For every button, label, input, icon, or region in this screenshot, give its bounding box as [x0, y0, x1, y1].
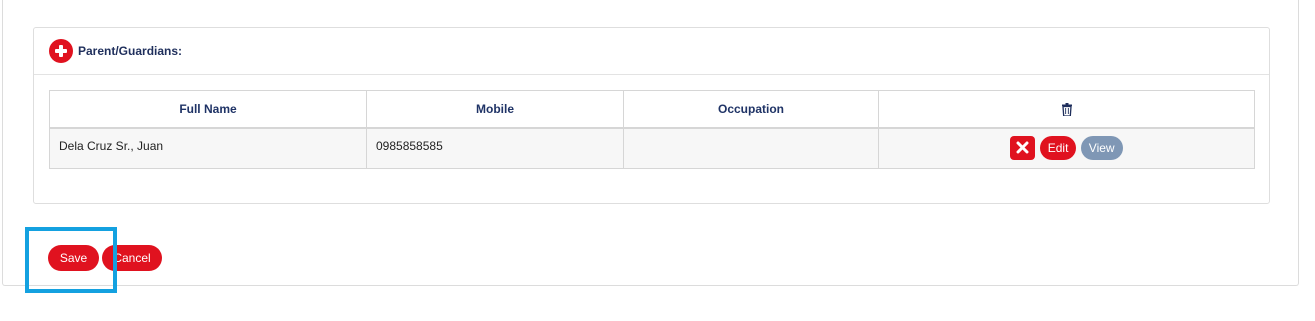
cell-mobile: 0985858585	[366, 127, 624, 169]
cell-actions: Edit View	[878, 127, 1255, 169]
x-icon	[1016, 141, 1029, 154]
column-header-mobile: Mobile	[366, 90, 624, 129]
panel-title: Parent/Guardians:	[78, 44, 183, 58]
column-header-occupation: Occupation	[623, 90, 879, 129]
column-header-full-name: Full Name	[49, 90, 367, 129]
parent-guardians-panel: Parent/Guardians: Full Name Mobile Occup…	[33, 27, 1270, 204]
table-row: Dela Cruz Sr., Juan 0985858585 Edit View	[49, 127, 1255, 169]
column-header-delete	[878, 90, 1255, 129]
edit-button[interactable]: Edit	[1039, 136, 1077, 161]
trash-icon	[1061, 103, 1072, 117]
guardians-table: Full Name Mobile Occupation Dela Cruz Sr…	[49, 90, 1255, 169]
cell-full-name: Dela Cruz Sr., Juan	[49, 127, 367, 169]
cancel-button[interactable]: Cancel	[102, 245, 162, 271]
panel-header: Parent/Guardians:	[34, 28, 1269, 75]
view-button[interactable]: View	[1080, 136, 1123, 161]
add-guardian-button[interactable]	[49, 39, 73, 63]
table-header-row: Full Name Mobile Occupation	[49, 90, 1255, 129]
delete-row-button[interactable]	[1010, 136, 1036, 161]
save-button[interactable]: Save	[48, 245, 99, 271]
cell-occupation	[623, 127, 879, 169]
